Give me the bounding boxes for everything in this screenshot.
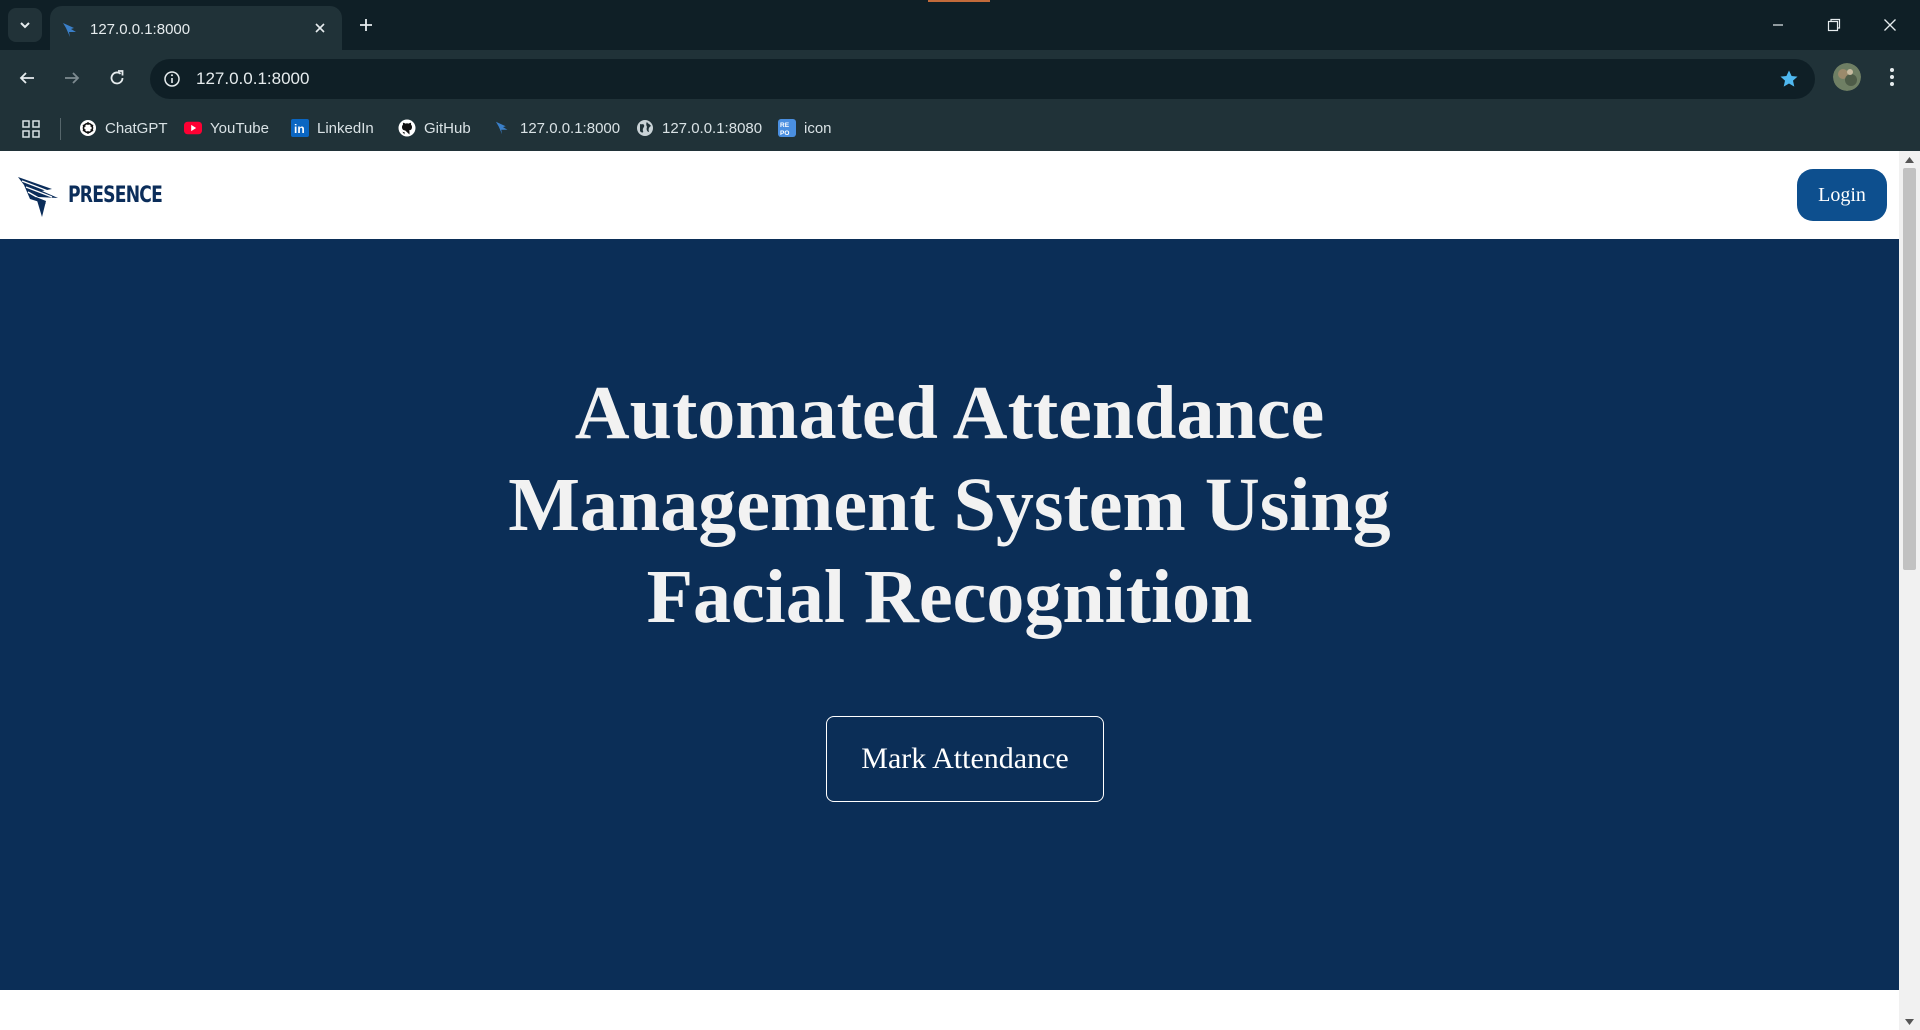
more-vertical-icon bbox=[1890, 68, 1894, 86]
back-button[interactable] bbox=[11, 62, 43, 94]
browser-toolbar: 127.0.0.1:8000 bbox=[0, 50, 1920, 106]
svg-text:PO: PO bbox=[780, 130, 789, 137]
bookmark-label: LinkedIn bbox=[317, 119, 374, 137]
close-window-button[interactable] bbox=[1862, 0, 1918, 50]
chevron-down-icon bbox=[20, 22, 30, 29]
bookmark-localhost-8000[interactable]: 127.0.0.1:8000 bbox=[494, 117, 620, 139]
chatgpt-icon bbox=[79, 119, 97, 137]
hero-section: Automated Attendance Management System U… bbox=[0, 239, 1899, 990]
tab-strip-accent bbox=[928, 0, 990, 2]
new-tab-button[interactable] bbox=[352, 11, 380, 39]
address-bar[interactable]: 127.0.0.1:8000 bbox=[150, 59, 1815, 99]
profile-avatar[interactable] bbox=[1833, 63, 1861, 91]
site-info-button[interactable] bbox=[160, 67, 184, 91]
tab-close-button[interactable] bbox=[308, 16, 332, 40]
bookmark-label: 127.0.0.1:8000 bbox=[520, 119, 621, 137]
mark-attendance-button[interactable]: Mark Attendance bbox=[826, 716, 1104, 802]
svg-text:RE: RE bbox=[780, 122, 790, 129]
bookmark-label: 127.0.0.1:8080 bbox=[662, 119, 763, 137]
bookmark-star-button[interactable] bbox=[1777, 67, 1801, 91]
info-icon bbox=[164, 71, 180, 87]
presence-favicon-icon bbox=[494, 119, 512, 137]
bookmark-icon[interactable]: RE PO icon bbox=[778, 117, 832, 139]
page-scrollbar[interactable] bbox=[1899, 151, 1920, 1030]
browser-menu-button[interactable] bbox=[1878, 63, 1906, 91]
minimize-button[interactable] bbox=[1750, 0, 1806, 50]
scroll-down-button[interactable] bbox=[1899, 1013, 1920, 1030]
web-page: PRESENCE Login Automated Attendance Mana… bbox=[0, 151, 1899, 1030]
github-icon bbox=[398, 119, 416, 137]
bookmarks-bar: ChatGPT YouTube in LinkedIn GitHub 127.0… bbox=[0, 106, 1920, 151]
star-icon bbox=[1780, 70, 1798, 87]
scroll-up-button[interactable] bbox=[1899, 151, 1920, 168]
login-button[interactable]: Login bbox=[1797, 169, 1887, 221]
youtube-icon bbox=[184, 119, 202, 137]
apps-grid-icon[interactable] bbox=[22, 120, 40, 138]
site-navbar: PRESENCE Login bbox=[0, 151, 1899, 239]
logo-wordmark: PRESENCE bbox=[68, 182, 163, 208]
globe-icon bbox=[636, 119, 654, 137]
bookmarks-separator bbox=[60, 118, 61, 140]
bookmark-localhost-8080[interactable]: 127.0.0.1:8080 bbox=[636, 117, 762, 139]
plus-icon bbox=[360, 19, 372, 31]
hero-title-line: Management System Using bbox=[508, 463, 1391, 547]
arrow-left-icon bbox=[19, 72, 34, 84]
bookmark-label: icon bbox=[804, 119, 832, 137]
restore-icon bbox=[1827, 18, 1841, 32]
forward-button[interactable] bbox=[56, 62, 88, 94]
tab-strip: 127.0.0.1:8000 bbox=[0, 0, 1920, 50]
address-url[interactable]: 127.0.0.1:8000 bbox=[196, 69, 309, 89]
repo-icon: RE PO bbox=[778, 119, 796, 137]
reload-icon bbox=[110, 70, 124, 85]
bookmark-label: GitHub bbox=[424, 119, 471, 137]
bookmark-github[interactable]: GitHub bbox=[398, 117, 471, 139]
bookmark-chatgpt[interactable]: ChatGPT bbox=[79, 117, 168, 139]
reload-button[interactable] bbox=[101, 62, 133, 94]
bookmark-linkedin[interactable]: in LinkedIn bbox=[291, 117, 374, 139]
site-logo[interactable]: PRESENCE bbox=[18, 169, 189, 221]
minimize-icon bbox=[1773, 24, 1783, 26]
wing-logo-icon bbox=[18, 177, 58, 217]
svg-text:in: in bbox=[294, 122, 305, 136]
triangle-up-icon bbox=[1905, 156, 1914, 163]
bookmark-youtube[interactable]: YouTube bbox=[184, 117, 269, 139]
hero-title-line: Facial Recognition bbox=[646, 555, 1253, 639]
linkedin-icon: in bbox=[291, 119, 309, 137]
bookmark-label: YouTube bbox=[210, 119, 269, 137]
tab-search-button[interactable] bbox=[8, 8, 42, 42]
triangle-down-icon bbox=[1905, 1018, 1914, 1025]
bookmark-label: ChatGPT bbox=[105, 119, 168, 137]
hero-title: Automated Attendance Management System U… bbox=[0, 367, 1899, 643]
hero-title-line: Automated Attendance bbox=[574, 371, 1325, 455]
avatar-icon bbox=[1833, 63, 1861, 91]
scrollbar-thumb[interactable] bbox=[1903, 168, 1916, 570]
close-icon bbox=[315, 23, 325, 33]
arrow-right-icon bbox=[65, 72, 80, 84]
restore-button[interactable] bbox=[1806, 0, 1862, 50]
tab-title: 127.0.0.1:8000 bbox=[90, 21, 191, 38]
close-icon bbox=[1884, 19, 1896, 31]
active-tab[interactable]: 127.0.0.1:8000 bbox=[50, 6, 342, 50]
presence-favicon-icon bbox=[63, 23, 76, 37]
